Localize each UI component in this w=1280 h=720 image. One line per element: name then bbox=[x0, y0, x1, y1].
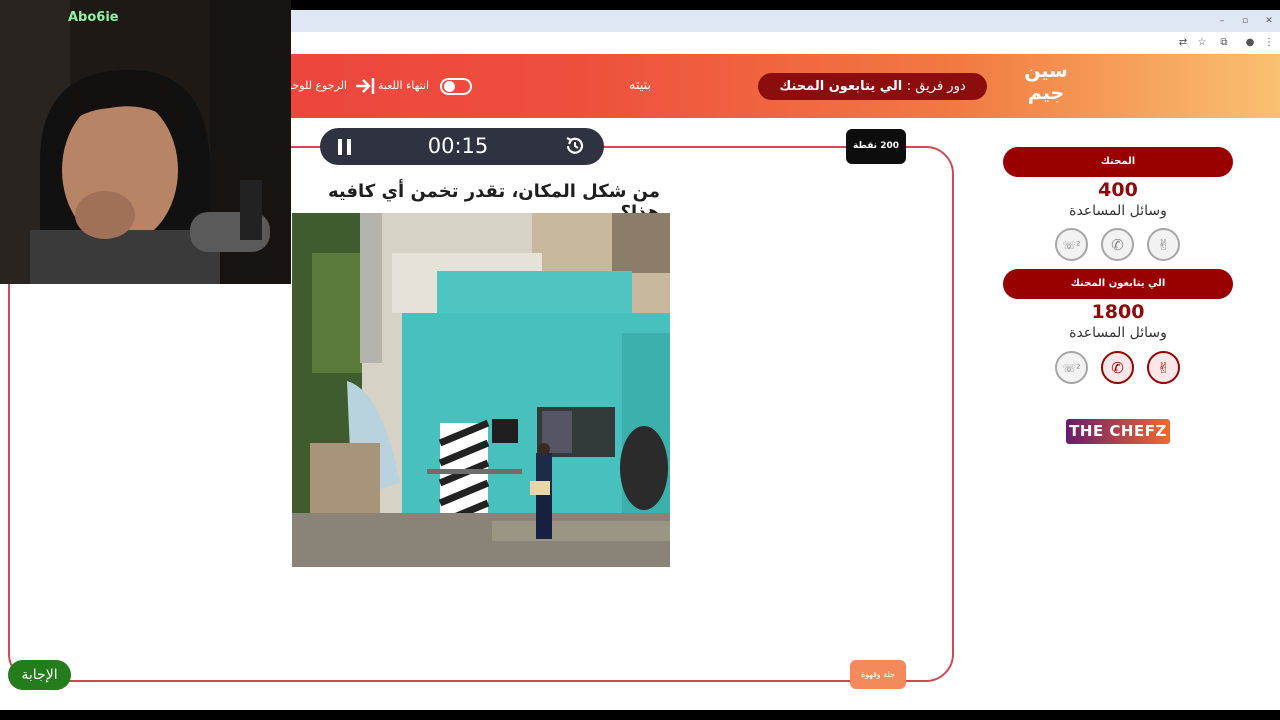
peace-hand-icon[interactable]: ✌ bbox=[1147, 228, 1180, 261]
menu-icon[interactable]: ⋮ bbox=[1262, 36, 1276, 50]
toggle-knob bbox=[444, 81, 455, 92]
team-1-aids-label: وسائل المساعدة bbox=[1069, 203, 1167, 219]
exit-icon[interactable] bbox=[354, 77, 376, 95]
close-icon[interactable]: ✕ bbox=[1261, 14, 1277, 28]
peace-hand-icon[interactable]: ✌ bbox=[1147, 351, 1180, 384]
svg-text:☏²: ☏² bbox=[1062, 239, 1080, 252]
header-center-label: بتيته bbox=[628, 78, 652, 93]
team-turn-prefix: دور فريق : bbox=[906, 79, 966, 94]
end-game-label[interactable]: انتهاء اللعبة bbox=[378, 79, 429, 92]
answer-button[interactable]: الإجابة bbox=[8, 660, 71, 690]
team-2-header: الي يتابعون المحنك bbox=[1003, 269, 1233, 299]
team-1-score: 400 bbox=[1098, 179, 1138, 201]
team-2-aids-label: وسائل المساعدة bbox=[1069, 325, 1167, 341]
minimize-icon[interactable]: – bbox=[1214, 14, 1230, 28]
phone-icon[interactable]: ✆ bbox=[1101, 351, 1134, 384]
webcam-overlay bbox=[0, 0, 291, 284]
two-answers-icon[interactable]: ☏² bbox=[1055, 228, 1088, 261]
phone-icon[interactable]: ✆ bbox=[1101, 228, 1134, 261]
team-2-score: 1800 bbox=[1091, 301, 1145, 323]
team-1-header: المحنك bbox=[1003, 147, 1233, 177]
maximize-icon[interactable]: ▫ bbox=[1237, 14, 1253, 28]
translate-icon[interactable]: ⇄ bbox=[1176, 36, 1190, 50]
svg-text:✆: ✆ bbox=[1111, 236, 1124, 254]
svg-text:✆: ✆ bbox=[1111, 359, 1124, 377]
question-image bbox=[292, 213, 670, 567]
bottom-bar bbox=[0, 710, 1280, 720]
profile-icon[interactable]: ● bbox=[1243, 36, 1257, 50]
back-to-board-link[interactable]: الرجوع للوحة bbox=[291, 79, 347, 92]
extensions-icon[interactable]: ⧉ bbox=[1217, 36, 1231, 50]
streamer-logo: Abo6ie bbox=[68, 10, 119, 25]
hint-button[interactable]: جلة وقهوة bbox=[850, 660, 906, 689]
points-badge: 200 نقطة bbox=[846, 129, 906, 164]
restart-icon[interactable] bbox=[563, 134, 587, 158]
seen-jeem-logo: سين جيم bbox=[1024, 60, 1068, 104]
two-answers-icon[interactable]: ☏² bbox=[1055, 351, 1088, 384]
star-icon[interactable]: ☆ bbox=[1195, 36, 1209, 50]
svg-text:☏²: ☏² bbox=[1062, 362, 1080, 375]
svg-text:✌: ✌ bbox=[1157, 359, 1170, 377]
svg-text:✌: ✌ bbox=[1157, 236, 1170, 254]
timer-display: 00:15 bbox=[427, 134, 489, 158]
sponsor-logo: THE CHEFZ bbox=[1066, 419, 1170, 444]
pause-icon[interactable] bbox=[334, 136, 356, 158]
team-turn-name: الي يتابعون المحنك bbox=[779, 79, 903, 94]
team-turn-indicator: دور فريق : الي يتابعون المحنك bbox=[758, 73, 987, 100]
